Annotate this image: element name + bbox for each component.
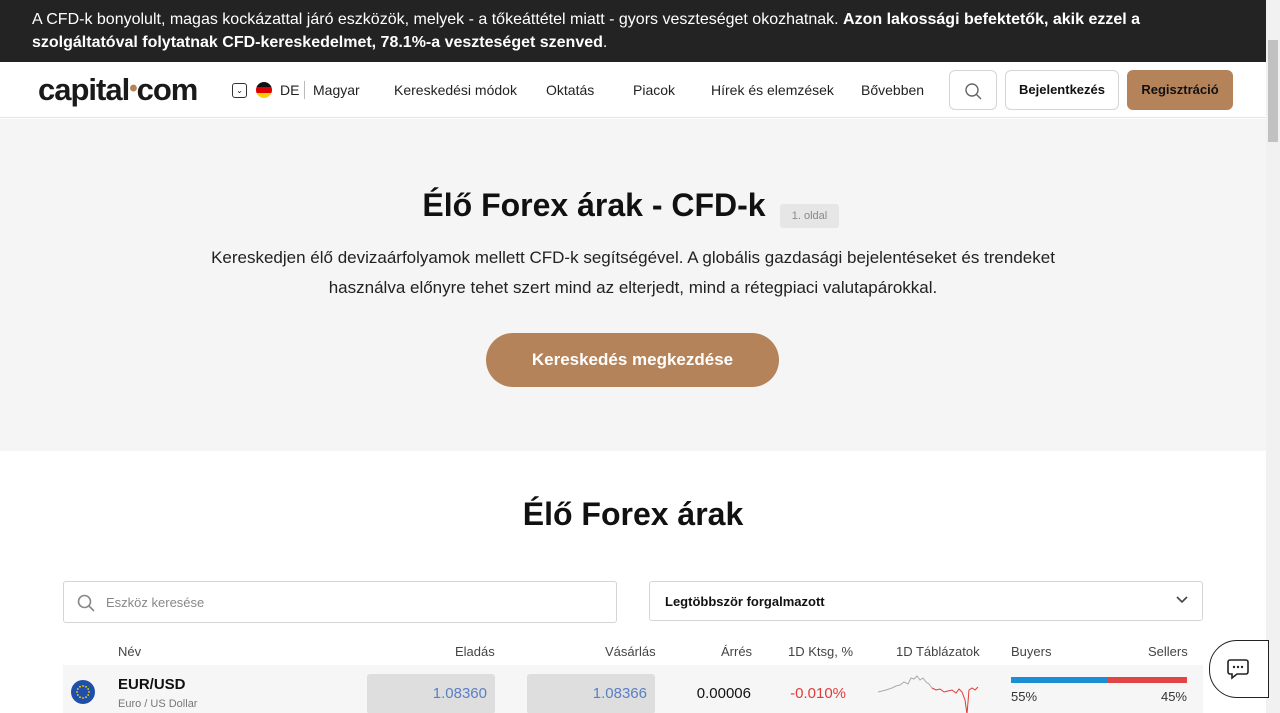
eu-flag-icon <box>71 680 95 704</box>
section-title: Élő Forex árak <box>522 496 744 532</box>
nav-education[interactable]: Oktatás <box>546 82 594 98</box>
chat-support-button[interactable] <box>1209 640 1269 698</box>
nav-trading-methods[interactable]: Kereskedési módok <box>394 82 517 98</box>
buyers-bar <box>1011 677 1108 683</box>
language-selector[interactable]: Magyar <box>313 82 360 98</box>
sentiment-bar <box>1011 677 1187 683</box>
sort-dropdown-value: Legtöbbször forgalmazott <box>665 594 825 609</box>
column-header-sell[interactable]: Eladás <box>455 644 495 659</box>
header-search-button[interactable] <box>949 70 997 110</box>
search-icon <box>965 83 982 100</box>
logo-dot: • <box>129 75 137 102</box>
logo-text-left: capital <box>38 72 130 107</box>
language-dropdown-icon[interactable]: ⌄ <box>232 83 247 98</box>
page-scrollbar[interactable] <box>1266 0 1280 713</box>
hero-section: Élő Forex árak - CFD-k 1. oldal Keresked… <box>0 119 1266 451</box>
nav-news-analysis[interactable]: Hírek és elemzések <box>711 82 834 98</box>
column-header-sellers: Sellers <box>1148 644 1188 659</box>
column-header-chart: 1D Táblázatok <box>896 644 980 659</box>
sparkline-chart <box>878 675 979 713</box>
register-button[interactable]: Regisztráció <box>1127 70 1233 110</box>
sort-dropdown[interactable]: Legtöbbször forgalmazott <box>649 581 1203 621</box>
spread-value: 0.00006 <box>696 685 751 702</box>
region-code[interactable]: DE <box>280 82 299 98</box>
site-header: capital•com ⌄ DE Magyar Kereskedési módo… <box>0 62 1266 118</box>
column-header-name[interactable]: Név <box>118 644 141 659</box>
search-icon <box>77 594 95 612</box>
login-button[interactable]: Bejelentkezés <box>1005 70 1119 110</box>
sell-price-button[interactable]: 1.08360 <box>367 674 495 713</box>
logo-text-right: com <box>136 72 199 107</box>
sellers-percentage: 45% <box>1160 689 1187 704</box>
nav-more[interactable]: Bővebben <box>861 82 924 98</box>
column-header-spread[interactable]: Árrés <box>721 644 752 659</box>
start-trading-button[interactable]: Kereskedés megkezdése <box>486 333 779 387</box>
column-header-buyers: Buyers <box>1011 644 1052 659</box>
nav-markets[interactable]: Piacok <box>633 82 675 98</box>
risk-warning-text: A CFD-k bonyolult, magas kockázattal jár… <box>32 11 844 28</box>
column-header-change[interactable]: 1D Ktsg, % <box>788 644 853 659</box>
page-title: Élő Forex árak - CFD-k <box>422 187 766 223</box>
scrollbar-thumb[interactable] <box>1268 40 1278 142</box>
table-row[interactable]: EUR/USD Euro / US Dollar 1.08360 1.08366… <box>63 665 1203 713</box>
chat-icon <box>1227 659 1249 680</box>
asset-search-input[interactable] <box>106 582 606 622</box>
instrument-name: Euro / US Dollar <box>118 698 198 710</box>
risk-warning-banner: A CFD-k bonyolult, magas kockázattal jár… <box>0 0 1266 62</box>
asset-search-field[interactable] <box>63 581 617 623</box>
page-number-badge: 1. oldal <box>780 204 839 228</box>
risk-warning-end: . <box>602 34 608 51</box>
capital-com-logo[interactable]: capital•com <box>38 72 199 108</box>
buy-price-button[interactable]: 1.08366 <box>527 674 655 713</box>
germany-flag-icon[interactable] <box>256 82 272 98</box>
hero-description: Kereskedjen élő devizaárfolyamok mellett… <box>211 248 1055 297</box>
buyers-percentage: 55% <box>1011 689 1038 704</box>
column-header-buy[interactable]: Vásárlás <box>605 644 656 659</box>
daily-change-value: -0.010% <box>790 685 846 702</box>
instrument-symbol[interactable]: EUR/USD <box>118 676 186 693</box>
chevron-down-icon <box>1176 596 1188 604</box>
language-divider <box>304 81 305 99</box>
sellers-bar <box>1107 677 1187 683</box>
